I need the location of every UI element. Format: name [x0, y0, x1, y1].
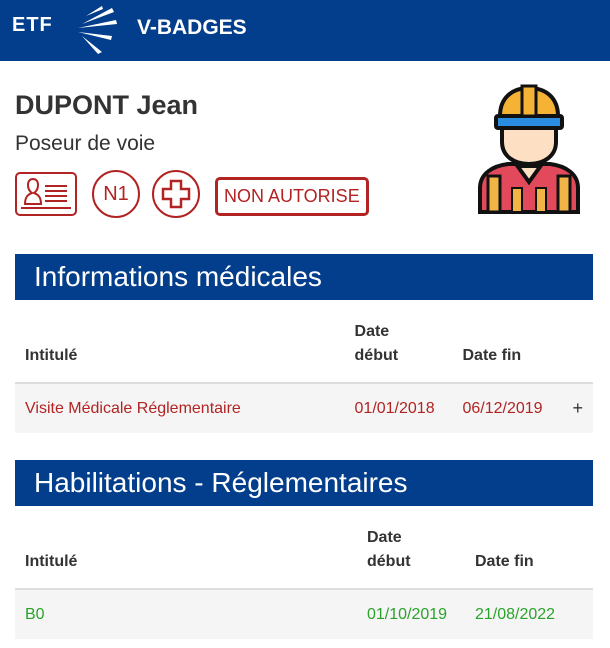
level-badge[interactable]: N1: [92, 170, 140, 218]
medical-section-header: Informations médicales: [15, 254, 593, 300]
row-start: 01/10/2019: [357, 589, 465, 639]
status-badge[interactable]: NON AUTORISE: [215, 177, 369, 216]
col-action: [562, 320, 593, 384]
person-name: DUPONT Jean: [15, 90, 199, 120]
row-start: 01/01/2018: [344, 383, 453, 433]
table-row[interactable]: B0 01/10/2019 21/08/2022: [15, 589, 593, 639]
col-title: Intitulé: [15, 320, 345, 384]
medical-table: Intitulé Date début Date fin Visite Médic…: [15, 320, 593, 433]
col-start: Date début: [357, 526, 465, 590]
top-bar: ETF V-BADGES: [0, 0, 610, 61]
etf-logo[interactable]: ETF: [12, 6, 122, 54]
col-title: Intitulé: [15, 526, 357, 590]
habilitations-table: Intitulé Date début Date fin B0 01/10/201…: [15, 526, 593, 639]
app-title: V-BADGES: [137, 16, 247, 39]
col-end: Date fin: [465, 526, 593, 590]
logo-rays-icon: [78, 6, 117, 54]
id-card-badge[interactable]: [15, 172, 77, 216]
worker-avatar-icon: [478, 84, 580, 214]
table-row[interactable]: Visite Médicale Réglementaire 01/01/2018…: [15, 383, 593, 433]
habilitations-table-header: Intitulé Date début Date fin: [15, 526, 593, 590]
person-role: Poseur de voie: [15, 132, 156, 155]
logo-text: ETF: [12, 14, 53, 36]
col-start: Date début: [344, 320, 453, 384]
id-card-icon: [21, 177, 71, 209]
medical-badge[interactable]: [152, 170, 200, 218]
col-end: Date fin: [452, 320, 563, 384]
plus-icon[interactable]: +: [562, 383, 593, 433]
row-end: 21/08/2022: [465, 589, 593, 639]
row-title: Visite Médicale Réglementaire: [15, 383, 345, 433]
habilitations-section-header: Habilitations - Réglementaires: [15, 460, 593, 506]
medical-table-header: Intitulé Date début Date fin: [15, 320, 593, 384]
row-end: 06/12/2019: [452, 383, 563, 433]
medical-cross-icon: [161, 179, 191, 209]
row-title: B0: [15, 589, 357, 639]
